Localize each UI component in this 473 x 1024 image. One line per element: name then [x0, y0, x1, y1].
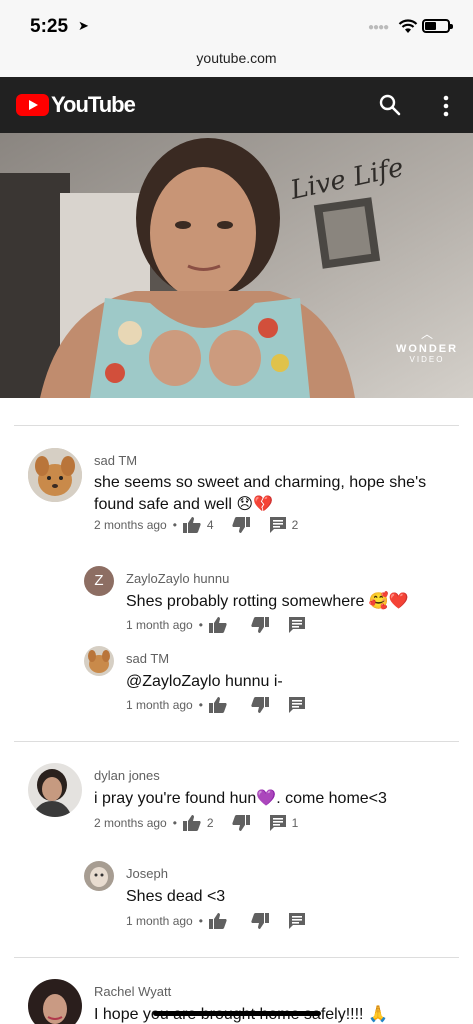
reply-icon[interactable] — [269, 815, 286, 831]
dislike-icon[interactable] — [231, 815, 250, 831]
like-count: 4 — [206, 518, 214, 532]
avatar[interactable]: Z — [84, 566, 114, 596]
separator-dot: • — [198, 618, 203, 632]
reply-actions: 1 month ago • — [126, 913, 305, 929]
logo-text: YouTube — [51, 92, 136, 117]
reply-age: 1 month ago — [126, 698, 193, 712]
avatar[interactable] — [28, 448, 82, 502]
comment-author[interactable]: dylan jones — [94, 768, 160, 783]
status-bar: 5:25 ➤ ●●●● — [0, 0, 473, 44]
avatar[interactable] — [84, 646, 114, 676]
dog-avatar-image — [84, 646, 114, 676]
more-vert-icon[interactable] — [436, 94, 456, 118]
dog-avatar-image — [28, 448, 82, 502]
dislike-icon[interactable] — [251, 697, 269, 713]
youtube-logo[interactable]: YouTube — [16, 92, 136, 117]
separator-dot: • — [172, 518, 177, 532]
like-icon[interactable] — [208, 617, 227, 633]
comment-text: she seems so sweet and charming, hope sh… — [94, 474, 427, 513]
user-photo-avatar — [28, 979, 82, 1024]
reply-icon[interactable] — [288, 617, 305, 633]
comment-actions: 2 months ago • 2 1 — [94, 815, 316, 831]
user-photo-avatar — [84, 861, 114, 891]
reply-author[interactable]: Joseph — [126, 866, 168, 881]
reply-age: 1 month ago — [126, 618, 193, 632]
reply-count: 1 — [291, 816, 299, 830]
like-icon[interactable] — [208, 913, 227, 929]
reply-text: Shes dead <3 — [126, 888, 226, 905]
dislike-icon[interactable] — [251, 617, 269, 633]
reply-icon[interactable] — [288, 697, 305, 713]
like-count: 2 — [206, 816, 214, 830]
dislike-icon[interactable] — [231, 517, 250, 533]
reply-icon[interactable] — [288, 913, 305, 929]
url-text: youtube.com — [196, 50, 277, 66]
comment-author[interactable]: Rachel Wyatt — [94, 984, 171, 999]
play-logo-icon — [16, 94, 49, 116]
wifi-icon — [398, 19, 418, 33]
avatar-letter: Z — [94, 572, 104, 589]
like-icon[interactable] — [182, 517, 201, 533]
reply-actions: 1 month ago • — [126, 697, 305, 713]
comment-divider — [14, 741, 459, 742]
separator-dot: • — [172, 816, 177, 830]
user-photo-avatar — [28, 763, 82, 817]
reply-actions: 1 month ago • — [126, 617, 305, 633]
wonder-video-watermark: ︿ WONDER VIDEO — [388, 327, 466, 364]
location-arrow-icon: ➤ — [78, 18, 89, 33]
signal-icon: ●●●● — [368, 22, 389, 33]
separator-dot: • — [198, 914, 203, 928]
watermark-roof-icon: ︿ — [420, 327, 433, 341]
reply-author[interactable]: sad TM — [126, 651, 169, 666]
battery-icon — [422, 19, 453, 33]
video-player[interactable]: Live Life ︿ WONDER VIDEO — [0, 133, 473, 398]
youtube-header: YouTube — [0, 77, 473, 133]
comment-divider — [14, 957, 459, 958]
reply-author[interactable]: ZayloZaylo hunnu — [126, 571, 229, 586]
avatar[interactable] — [28, 979, 82, 1024]
reply-icon[interactable] — [269, 517, 286, 533]
reply-text: @ZayloZaylo hunnu i- — [126, 673, 283, 690]
address-bar[interactable]: youtube.com — [0, 44, 473, 77]
comment-age: 2 months ago — [94, 816, 167, 830]
comment-actions: 2 months ago • 4 2 — [94, 517, 316, 533]
dislike-icon[interactable] — [251, 913, 269, 929]
avatar[interactable] — [28, 763, 82, 817]
comment-text: i pray you're found hun💜. come home<3 — [94, 790, 387, 807]
section-divider — [14, 425, 459, 426]
reply-age: 1 month ago — [126, 914, 193, 928]
like-icon[interactable] — [182, 815, 201, 831]
status-time: 5:25 — [30, 16, 69, 37]
watermark-line1: WONDER — [395, 343, 459, 355]
comment-author[interactable]: sad TM — [94, 453, 137, 468]
avatar[interactable] — [84, 861, 114, 891]
search-icon[interactable] — [378, 93, 402, 117]
watermark-line2: VIDEO — [409, 355, 445, 364]
comment-age: 2 months ago — [94, 518, 167, 532]
reply-text: Shes probably rotting somewhere 🥰❤️ — [126, 593, 409, 610]
home-indicator[interactable] — [153, 1011, 321, 1016]
like-icon[interactable] — [208, 697, 227, 713]
reply-count: 2 — [291, 518, 299, 532]
separator-dot: • — [198, 698, 203, 712]
